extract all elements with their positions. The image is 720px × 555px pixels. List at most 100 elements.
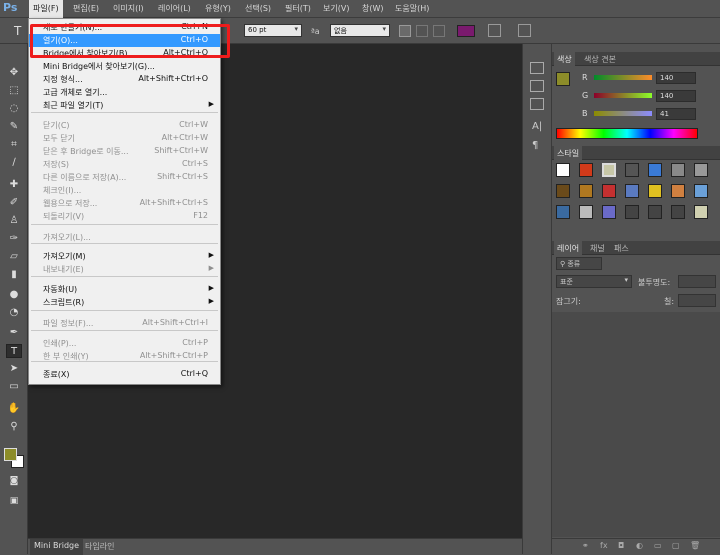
tab-styles[interactable]: 스타일 <box>554 146 583 160</box>
menu-select[interactable]: 선택(S) <box>245 3 271 14</box>
type-tool-icon[interactable]: T <box>6 344 22 358</box>
style-swatch[interactable] <box>648 205 662 219</box>
file-menu-item[interactable]: 지정 형식... Alt+Shift+Ctrl+O <box>29 73 220 86</box>
style-swatch[interactable] <box>579 205 593 219</box>
adjustment-icon[interactable]: ◐ <box>636 541 643 550</box>
font-size-field[interactable]: 60 pt ▾ <box>244 24 302 37</box>
move-tool-icon[interactable]: ✥ <box>6 66 22 80</box>
trash-icon[interactable]: 🗑 <box>690 541 700 550</box>
menu-view[interactable]: 보기(V) <box>323 3 349 14</box>
foreground-color-swatch[interactable] <box>556 72 570 86</box>
b-value-field[interactable]: 41 <box>656 108 696 120</box>
shape-tool-icon[interactable]: ▭ <box>6 380 22 394</box>
text-color-swatch[interactable] <box>457 25 475 37</box>
marquee-tool-icon[interactable]: ⬚ <box>6 84 22 98</box>
fill-field[interactable] <box>678 294 716 307</box>
properties-panel-icon[interactable] <box>530 98 544 110</box>
history-brush-tool-icon[interactable]: ✑ <box>6 232 22 246</box>
screen-mode-icon[interactable]: ▣ <box>6 494 22 508</box>
brush-tool-icon[interactable]: ✐ <box>6 196 22 210</box>
g-value-field[interactable]: 140 <box>656 90 696 102</box>
style-swatch[interactable] <box>602 205 616 219</box>
align-center-icon[interactable] <box>416 25 428 37</box>
tab-swatches[interactable]: 색상 견본 <box>584 54 616 65</box>
antialias-select[interactable]: 없음 ▾ <box>330 24 390 37</box>
new-layer-icon[interactable]: ▢ <box>672 541 680 550</box>
menu-help[interactable]: 도움말(H) <box>395 3 429 14</box>
tab-channels[interactable]: 채널 <box>590 243 605 254</box>
menu-file[interactable]: 파일(F) <box>29 0 63 18</box>
link-icon[interactable]: ⚭ <box>582 541 589 550</box>
zoom-tool-icon[interactable]: ⚲ <box>6 420 22 434</box>
align-left-icon[interactable] <box>399 25 411 37</box>
file-menu-item[interactable]: 자동화(U) ▶ <box>29 283 220 296</box>
group-icon[interactable]: ▭ <box>654 541 662 550</box>
tab-layers[interactable]: 레이어 <box>554 241 583 255</box>
style-swatch[interactable] <box>625 163 639 177</box>
menu-layer[interactable]: 레이어(L) <box>158 3 191 14</box>
opacity-field[interactable] <box>678 275 716 288</box>
clone-stamp-tool-icon[interactable]: ♙ <box>6 214 22 228</box>
layer-filter-select[interactable]: ⚲ 종류 <box>556 257 602 270</box>
blend-mode-select[interactable]: 표준 ▾ <box>556 275 632 288</box>
eyedropper-tool-icon[interactable]: ∕ <box>6 156 22 170</box>
pen-tool-icon[interactable]: ✒ <box>6 326 22 340</box>
style-swatch[interactable] <box>579 163 593 177</box>
fx-icon[interactable]: fx <box>600 541 608 550</box>
file-menu-item[interactable]: 최근 파일 열기(T) ▶ <box>29 99 220 112</box>
style-swatch[interactable] <box>602 184 616 198</box>
style-swatch[interactable] <box>625 184 639 198</box>
menu-window[interactable]: 창(W) <box>362 3 384 14</box>
hand-tool-icon[interactable]: ✋ <box>6 402 22 416</box>
history-panel-icon[interactable] <box>530 62 544 74</box>
style-swatch[interactable] <box>671 163 685 177</box>
style-swatch[interactable] <box>579 184 593 198</box>
mask-icon[interactable]: ◘ <box>618 541 624 550</box>
file-menu-item[interactable]: Mini Bridge에서 찾아보기(G)... <box>29 60 220 73</box>
style-swatch[interactable] <box>556 184 570 198</box>
b-slider[interactable] <box>594 111 652 116</box>
tab-mini-bridge[interactable]: Mini Bridge <box>30 539 84 555</box>
menu-edit[interactable]: 편집(E) <box>73 3 99 14</box>
file-menu-item[interactable]: 종료(X) Ctrl+Q <box>29 368 220 381</box>
r-value-field[interactable]: 140 <box>656 72 696 84</box>
style-swatch[interactable] <box>671 205 685 219</box>
menu-type[interactable]: 유형(Y) <box>205 3 231 14</box>
warp-text-icon[interactable] <box>488 24 501 37</box>
quick-select-tool-icon[interactable]: ✎ <box>6 120 22 134</box>
style-swatch[interactable] <box>625 205 639 219</box>
style-swatch[interactable] <box>694 163 708 177</box>
align-right-icon[interactable] <box>433 25 445 37</box>
menu-image[interactable]: 이미지(I) <box>113 3 144 14</box>
paragraph-panel-icon[interactable]: ¶ <box>532 140 538 151</box>
actions-panel-icon[interactable] <box>530 80 544 92</box>
character-panel-icon[interactable] <box>518 24 531 37</box>
style-swatch[interactable] <box>694 205 708 219</box>
tab-paths[interactable]: 패스 <box>614 243 629 254</box>
style-swatch[interactable] <box>648 184 662 198</box>
style-swatch-none[interactable] <box>556 163 570 177</box>
healing-brush-tool-icon[interactable]: ✚ <box>6 178 22 192</box>
crop-tool-icon[interactable]: ⌗ <box>6 138 22 152</box>
r-slider[interactable] <box>594 75 652 80</box>
style-swatch[interactable] <box>556 205 570 219</box>
color-spectrum-ramp[interactable] <box>556 128 698 139</box>
style-swatch[interactable] <box>671 184 685 198</box>
blur-tool-icon[interactable]: ● <box>6 288 22 302</box>
quick-mask-icon[interactable]: ◙ <box>6 474 22 488</box>
g-slider[interactable] <box>594 93 652 98</box>
tab-color[interactable]: 색상 <box>554 52 575 66</box>
tab-timeline[interactable]: 타임라인 <box>85 541 114 552</box>
foreground-color-swatch[interactable] <box>4 448 17 461</box>
character-panel-icon[interactable]: A| <box>532 121 542 132</box>
menu-filter[interactable]: 필터(T) <box>285 3 311 14</box>
file-menu-item[interactable]: 가져오기(M) ▶ <box>29 250 220 263</box>
dodge-tool-icon[interactable]: ◔ <box>6 306 22 320</box>
eraser-tool-icon[interactable]: ▱ <box>6 250 22 264</box>
lasso-tool-icon[interactable]: ◌ <box>6 102 22 116</box>
path-select-tool-icon[interactable]: ➤ <box>6 362 22 376</box>
style-swatch[interactable] <box>602 163 616 177</box>
style-swatch[interactable] <box>648 163 662 177</box>
file-menu-item[interactable]: 고급 개체로 열기... <box>29 86 220 99</box>
file-menu-item[interactable]: 스크립트(R) ▶ <box>29 296 220 309</box>
